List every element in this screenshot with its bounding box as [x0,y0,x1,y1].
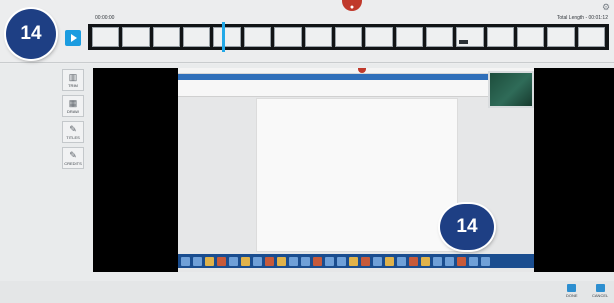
tool-trim-button[interactable]: ▥ TRIM [62,69,84,91]
done-button[interactable]: DONE [566,284,578,298]
done-icon [567,284,577,292]
tool-label: TITLES [66,134,80,140]
filmstrip-frame[interactable] [92,27,120,47]
timeline-start-time: 00:00:00 [95,15,115,21]
credits-icon: ✎ [69,149,77,160]
recorded-document-page [256,98,458,252]
filmstrip-frame[interactable] [486,27,515,47]
filmstrip-frame[interactable] [547,27,575,47]
tool-label: CREDITS [64,160,82,166]
cancel-label: CANCEL [592,293,609,298]
filmstrip-frame[interactable] [183,27,211,47]
filmstrip[interactable] [88,24,609,50]
tool-credits-button[interactable]: ✎ CREDITS [62,147,84,169]
filmstrip-frame[interactable] [456,27,484,47]
play-icon [71,34,77,42]
bottom-action-bar [0,281,614,303]
filmstrip-frame[interactable] [395,27,423,47]
frame-thumbnail-mark [459,40,469,44]
recorded-taskbar [178,254,534,268]
edit-tools-sidebar: ▥ TRIM ▦ DRAW ✎ TITLES ✎ CREDITS [62,69,84,173]
filmstrip-frame[interactable] [517,27,545,47]
filmstrip-frame[interactable] [577,27,606,47]
video-preview[interactable] [93,68,614,272]
filmstrip-frame[interactable] [274,27,302,47]
tool-draw-button[interactable]: ▦ DRAW [62,95,84,117]
filmstrip-frame[interactable] [334,27,363,47]
settings-gear-icon[interactable]: ⚙ [602,2,610,13]
tool-titles-button[interactable]: ✎ TITLES [62,121,84,143]
trim-icon: ▥ [68,71,78,82]
filmstrip-frame[interactable] [213,27,241,47]
timeline-playhead[interactable] [222,22,225,52]
filmstrip-frame[interactable] [152,27,181,47]
cancel-button[interactable]: CANCEL [592,284,608,298]
total-length-label: Total Length - 00:01:12 [556,15,608,21]
done-label: DONE [566,293,578,298]
step-badge-preview: 14 [440,204,494,250]
filmstrip-frame[interactable] [122,27,150,47]
filmstrip-frame[interactable] [304,27,332,47]
cancel-icon [595,284,605,292]
draw-icon: ▦ [68,97,78,108]
webcam-overlay[interactable] [488,71,534,108]
filmstrip-frame[interactable] [365,27,393,47]
step-badge-top: 14 [6,9,56,59]
filmstrip-frame[interactable] [243,27,272,47]
recorded-ribbon [178,80,534,97]
tool-label: TRIM [68,82,78,88]
play-button[interactable] [65,30,81,46]
tool-label: DRAW [66,108,80,114]
titles-icon: ✎ [69,123,77,134]
divider [0,62,614,63]
filmstrip-frame[interactable] [425,27,454,47]
